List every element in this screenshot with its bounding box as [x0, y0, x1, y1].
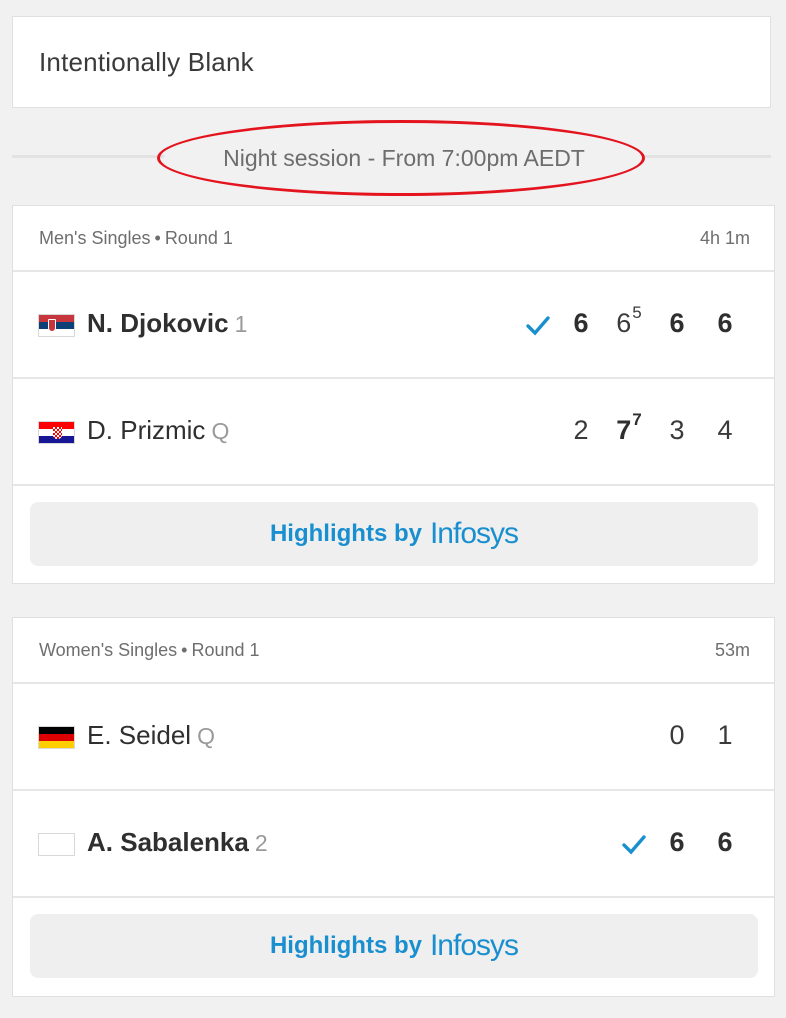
- player-name[interactable]: E. Seidel Q: [87, 720, 215, 751]
- match-card-womens-singles[interactable]: Women's Singles • Round 1 53m E. Seidel Q 0…: [12, 617, 775, 997]
- set-score: 3: [669, 415, 685, 445]
- match-duration: 53m: [714, 639, 750, 660]
- match-header: Women's Singles • Round 1 53m: [13, 618, 774, 684]
- flag-croatia-icon: [38, 421, 75, 444]
- flag-serbia-icon: [38, 314, 75, 337]
- match-header: Men's Singles • Round 1 4h 1m: [13, 206, 774, 272]
- set-score: 6: [717, 827, 733, 857]
- highlights-label: Highlights by: [269, 932, 422, 959]
- tiebreak-score: 7: [632, 410, 642, 429]
- set-score: 0: [669, 720, 685, 750]
- set-score: 6: [573, 308, 589, 338]
- tiebreak-score: 5: [632, 303, 642, 322]
- player-row[interactable]: E. Seidel Q 0 1: [13, 684, 774, 791]
- player-row[interactable]: A. Sabalenka 2 6 6: [13, 791, 774, 898]
- player-seed: Q: [197, 723, 215, 749]
- player-name[interactable]: D. Prizmic Q: [87, 415, 229, 446]
- intentionally-blank-card: Intentionally Blank: [12, 16, 771, 108]
- set-score: 4: [717, 415, 733, 445]
- highlights-button[interactable]: Highlights by Infosys: [30, 502, 758, 566]
- player-seed: 1: [234, 311, 248, 337]
- flag-germany-icon: [38, 726, 75, 749]
- session-divider: Night session - From 7:00pm AEDT: [12, 120, 771, 196]
- set-score: 6: [717, 308, 733, 338]
- match-event-round: Men's Singles • Round 1: [39, 228, 233, 249]
- player-row[interactable]: D. Prizmic Q 2 77 3 4: [13, 379, 774, 486]
- event-name: Men's Singles: [39, 227, 151, 248]
- player-name[interactable]: N. Djokovic 1: [87, 308, 247, 339]
- blank-card-text: Intentionally Blank: [39, 46, 254, 77]
- set-score: 2: [573, 415, 589, 445]
- event-name: Women's Singles: [39, 639, 178, 660]
- set-score: 1: [717, 720, 733, 750]
- set-score: 6: [669, 827, 685, 857]
- set-score: 77: [616, 410, 642, 445]
- winner-check-icon: [622, 835, 646, 855]
- round-name: Round 1: [164, 227, 233, 248]
- infosys-logo: Infosys: [429, 517, 519, 550]
- set-score: 65: [616, 303, 642, 338]
- separator-dot: •: [154, 227, 161, 248]
- player-name[interactable]: A. Sabalenka 2: [87, 827, 268, 858]
- infosys-logo: Infosys: [429, 929, 519, 962]
- match-card-mens-singles[interactable]: Men's Singles • Round 1 4h 1m N. Djokovic 1…: [12, 205, 775, 584]
- flag-neutral-icon: [38, 833, 75, 856]
- winner-check-icon: [526, 316, 550, 336]
- highlights-label: Highlights by: [269, 520, 422, 547]
- round-name: Round 1: [191, 639, 260, 660]
- set-score: 6: [669, 308, 685, 338]
- match-duration: 4h 1m: [699, 227, 750, 248]
- highlights-button[interactable]: Highlights by Infosys: [30, 914, 758, 978]
- match-event-round: Women's Singles • Round 1: [39, 640, 260, 661]
- separator-dot: •: [181, 639, 188, 660]
- player-seed: 2: [254, 830, 268, 856]
- annotation-ellipse: [157, 120, 645, 196]
- player-row[interactable]: N. Djokovic 1 6 65 6 6: [13, 272, 774, 379]
- player-seed: Q: [211, 418, 230, 444]
